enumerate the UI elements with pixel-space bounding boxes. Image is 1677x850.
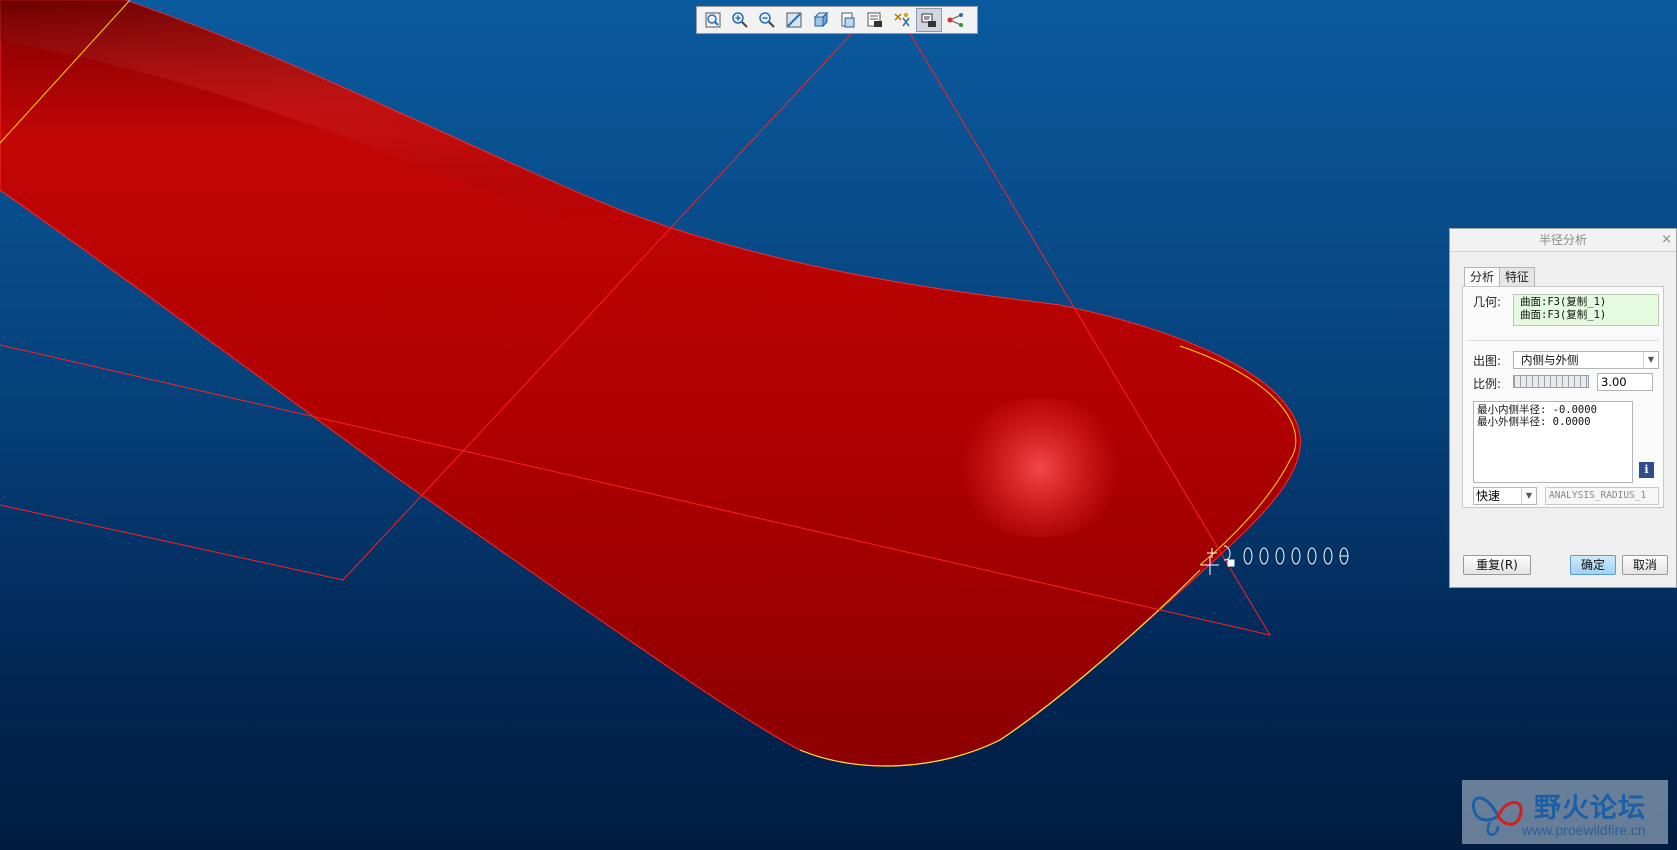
- dialog-title: 半径分析: [1538, 233, 1587, 247]
- tab-feature[interactable]: 特征: [1499, 267, 1536, 288]
- butterfly-logo-icon: [1471, 796, 1523, 836]
- graphics-viewport[interactable]: 半径分析 × 分析 特征 几何: 曲面:F3(复制_1) 曲面:F3(复制_1)…: [0, 0, 1677, 850]
- repaint-icon: [786, 12, 802, 28]
- annotation-display-button[interactable]: [916, 8, 942, 32]
- divider: [1467, 340, 1659, 341]
- datum-display-icon: [894, 13, 910, 27]
- datum-display-button[interactable]: [889, 8, 915, 32]
- cancel-button[interactable]: 取消: [1622, 555, 1668, 575]
- analysis-panel: 几何: 曲面:F3(复制_1) 曲面:F3(复制_1) 出图: 内侧与外侧 ▼ …: [1462, 286, 1664, 508]
- view-toolbar: [696, 6, 978, 34]
- plot-label: 出图:: [1473, 354, 1502, 368]
- geometry-item[interactable]: 曲面:F3(复制_1): [1520, 296, 1652, 309]
- model-scene[interactable]: [0, 0, 1677, 850]
- compute-mode-dropdown[interactable]: 快速 ▼: [1473, 487, 1537, 505]
- layers-icon: [867, 12, 882, 27]
- surface-body[interactable]: [0, 0, 1301, 767]
- chevron-down-icon: ▼: [1521, 488, 1536, 504]
- specular-highlight: [950, 398, 1130, 538]
- saved-views-button[interactable]: [835, 8, 861, 32]
- min-outer-radius: 最小外侧半径: 0.0000: [1477, 416, 1591, 428]
- dialog-title-bar[interactable]: 半径分析 ×: [1450, 229, 1676, 252]
- info-icon[interactable]: i: [1639, 462, 1654, 478]
- scale-label: 比例:: [1473, 377, 1502, 391]
- geometry-label: 几何:: [1473, 295, 1502, 309]
- geometry-collector[interactable]: 曲面:F3(复制_1) 曲面:F3(复制_1): [1513, 294, 1659, 326]
- plot-dropdown[interactable]: 内侧与外侧 ▼: [1513, 351, 1659, 369]
- plot-dropdown-value: 内侧与外侧: [1521, 353, 1579, 367]
- refit-button[interactable]: [700, 8, 726, 32]
- zoom-out-button[interactable]: [754, 8, 780, 32]
- repaint-button[interactable]: [781, 8, 807, 32]
- chevron-down-icon: ▼: [1643, 352, 1658, 368]
- feature-name-field[interactable]: ANALYSIS_RADIUS_1: [1545, 487, 1659, 505]
- repeat-button[interactable]: 重复(R): [1463, 555, 1531, 575]
- scale-input[interactable]: 3.00: [1597, 373, 1653, 391]
- zoom-out-icon: [759, 12, 775, 28]
- radius-analysis-dialog[interactable]: 半径分析 × 分析 特征 几何: 曲面:F3(复制_1) 曲面:F3(复制_1)…: [1449, 228, 1677, 588]
- layers-button[interactable]: [862, 8, 888, 32]
- scale-slider[interactable]: [1513, 375, 1589, 388]
- ok-button[interactable]: 确定: [1570, 555, 1616, 575]
- refit-icon: [705, 12, 721, 28]
- display-style-icon: [813, 11, 829, 28]
- results-box: 最小内侧半径: -0.0000 最小外侧半径: 0.0000: [1473, 401, 1633, 483]
- site-watermark: 野火论坛 www.proewildfire.cn: [1462, 780, 1668, 844]
- zoom-in-button[interactable]: [727, 8, 753, 32]
- geometry-item[interactable]: 曲面:F3(复制_1): [1520, 309, 1652, 322]
- min-inner-radius: 最小内侧半径: -0.0000: [1477, 404, 1597, 416]
- zoom-in-icon: [732, 12, 748, 28]
- spin-center-button[interactable]: [943, 8, 969, 32]
- watermark-url: www.proewildfire.cn: [1522, 822, 1646, 838]
- display-style-button[interactable]: [808, 8, 834, 32]
- annotation-display-icon: [921, 13, 936, 27]
- spin-center-icon: [947, 13, 963, 27]
- close-icon[interactable]: ×: [1661, 229, 1672, 251]
- dialog-tabs: 分析 特征: [1464, 267, 1536, 288]
- watermark-title: 野火论坛: [1534, 793, 1646, 824]
- compute-mode-value: 快速: [1476, 489, 1501, 503]
- tab-analysis[interactable]: 分析: [1464, 267, 1501, 288]
- saved-views-icon: [841, 12, 855, 28]
